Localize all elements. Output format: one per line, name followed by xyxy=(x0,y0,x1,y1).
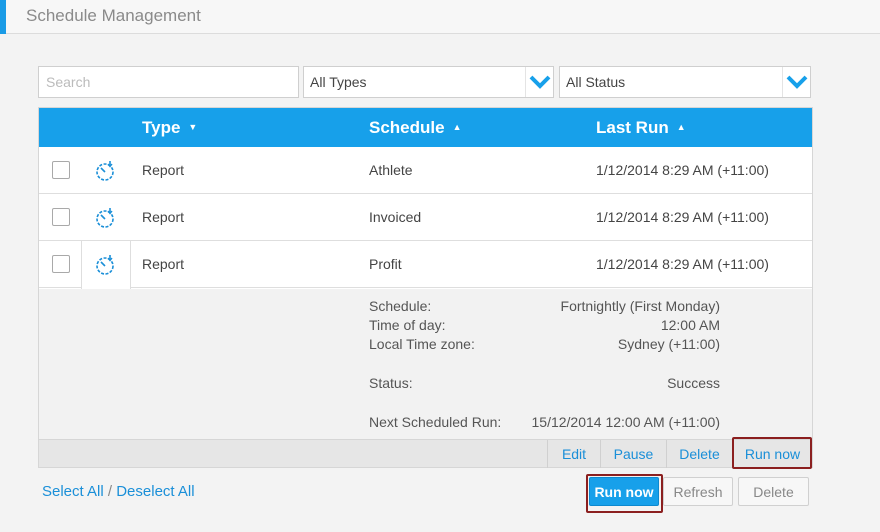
grid-header: Type ▼ Schedule ▲ Last Run ▲ xyxy=(39,108,812,147)
schedule-details: Schedule: Fortnightly (First Monday) Tim… xyxy=(39,289,812,441)
type-filter-select[interactable]: All Types xyxy=(303,66,554,98)
selection-links: Select All / Deselect All xyxy=(42,483,195,500)
detail-time-label: Time of day: xyxy=(369,317,446,333)
column-header-last-run[interactable]: Last Run ▲ xyxy=(596,118,686,138)
sort-desc-icon: ▼ xyxy=(188,121,198,132)
detail-status-label: Status: xyxy=(369,375,413,391)
row-checkbox[interactable] xyxy=(52,161,70,179)
run-now-button[interactable]: Run now xyxy=(589,477,659,506)
detail-status-value: Success xyxy=(667,375,720,391)
column-header-schedule[interactable]: Schedule ▲ xyxy=(369,118,462,138)
row-last-run: 1/12/2014 8:29 AM (+11:00) xyxy=(596,209,769,225)
row-checkbox[interactable] xyxy=(52,208,70,226)
link-separator: / xyxy=(107,483,113,500)
row-last-run: 1/12/2014 8:29 AM (+11:00) xyxy=(596,256,769,272)
row-last-run: 1/12/2014 8:29 AM (+11:00) xyxy=(596,162,769,178)
table-row-expanded[interactable]: Report Profit 1/12/2014 8:29 AM (+11:00) xyxy=(39,241,812,289)
schedule-grid: Type ▼ Schedule ▲ Last Run ▲ Report Athlete… xyxy=(38,107,813,468)
detail-timezone-label: Local Time zone: xyxy=(369,336,475,352)
row-schedule: Profit xyxy=(369,256,402,272)
table-row[interactable]: Report Invoiced 1/12/2014 8:29 AM (+11:0… xyxy=(39,194,812,241)
stopwatch-icon xyxy=(95,158,117,185)
highlight-run-now-row xyxy=(732,437,812,469)
column-header-last-run-label: Last Run xyxy=(596,118,669,137)
chevron-down-icon[interactable] xyxy=(782,67,810,97)
detail-timezone-value: Sydney (+11:00) xyxy=(617,336,720,352)
stopwatch-icon xyxy=(95,205,117,232)
row-schedule: Invoiced xyxy=(369,209,422,225)
detail-schedule-value: Fortnightly (First Monday) xyxy=(560,298,720,314)
edit-button[interactable]: Edit xyxy=(547,440,600,468)
status-filter-select[interactable]: All Status xyxy=(559,66,811,98)
delete-row-button[interactable]: Delete xyxy=(666,440,732,468)
pause-button[interactable]: Pause xyxy=(600,440,666,468)
column-header-schedule-label: Schedule xyxy=(369,118,445,137)
detail-time-value: 12:00 AM xyxy=(660,317,720,333)
row-checkbox[interactable] xyxy=(52,255,70,273)
page-title: Schedule Management xyxy=(26,6,201,25)
row-schedule: Athlete xyxy=(369,162,413,178)
table-row[interactable]: Report Athlete 1/12/2014 8:29 AM (+11:00… xyxy=(39,147,812,194)
status-filter-value: All Status xyxy=(566,74,626,90)
refresh-button[interactable]: Refresh xyxy=(663,477,733,506)
column-header-type-label: Type xyxy=(142,118,181,137)
row-action-bar: Edit Pause Delete Run now xyxy=(39,439,812,468)
row-type: Report xyxy=(142,209,185,225)
chevron-down-icon[interactable] xyxy=(525,67,553,97)
detail-next-run-label: Next Scheduled Run: xyxy=(369,414,502,430)
column-header-type[interactable]: Type ▼ xyxy=(142,118,197,138)
row-type: Report xyxy=(142,162,185,178)
select-all-link[interactable]: Select All xyxy=(42,483,104,500)
detail-next-run-value: 15/12/2014 12:00 AM (+11:00) xyxy=(531,414,721,430)
header-accent xyxy=(0,0,6,34)
header-bar: Schedule Management xyxy=(0,0,880,34)
delete-button[interactable]: Delete xyxy=(738,477,809,506)
sort-asc-icon: ▲ xyxy=(452,121,462,132)
row-type: Report xyxy=(142,256,185,272)
stopwatch-icon xyxy=(95,252,117,279)
sort-asc-icon: ▲ xyxy=(676,121,686,132)
type-filter-value: All Types xyxy=(310,74,367,90)
deselect-all-link[interactable]: Deselect All xyxy=(116,483,194,500)
search-placeholder: Search xyxy=(46,74,91,90)
detail-schedule-label: Schedule: xyxy=(369,298,432,314)
search-input[interactable]: Search xyxy=(38,66,299,98)
